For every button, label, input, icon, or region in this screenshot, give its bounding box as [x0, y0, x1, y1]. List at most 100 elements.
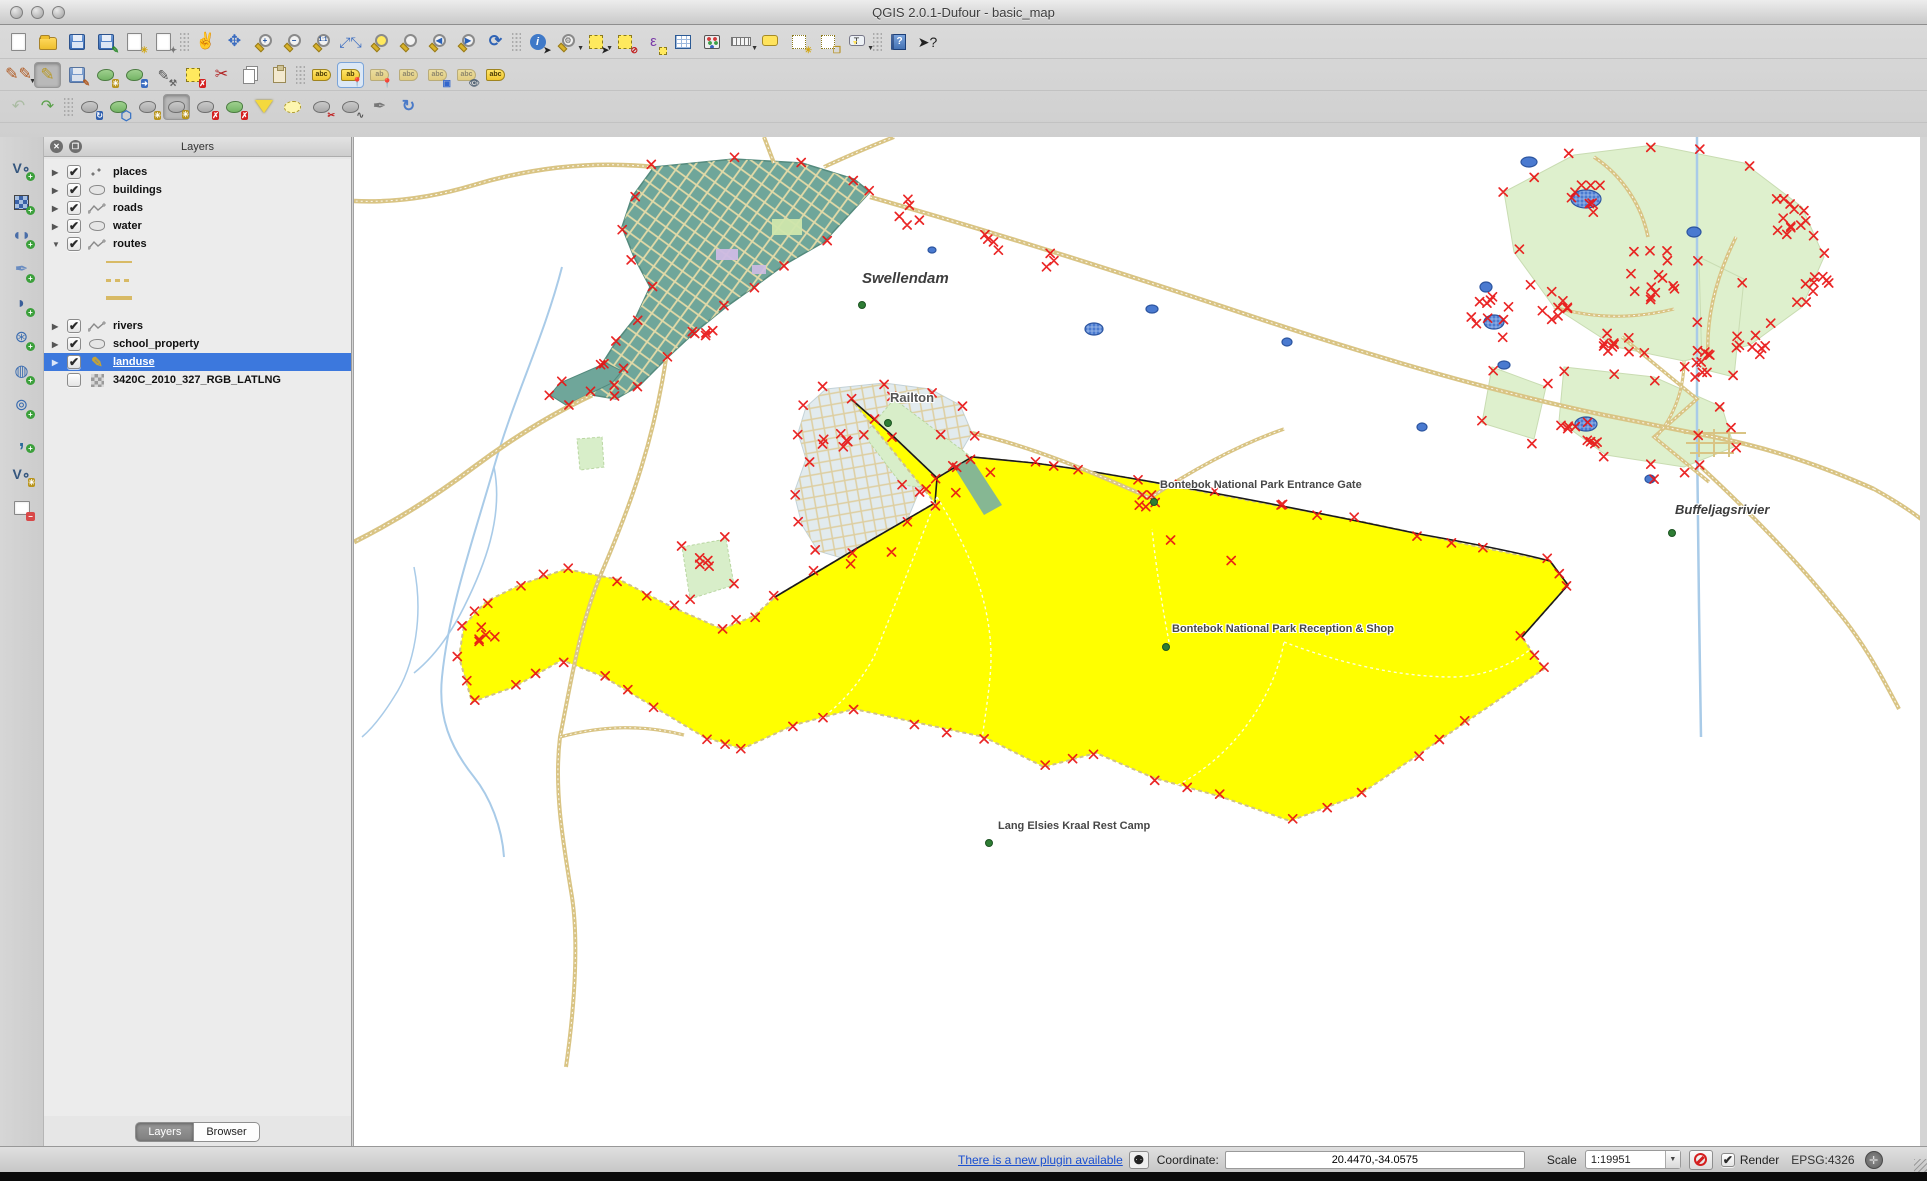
save-project-button[interactable]	[63, 29, 90, 55]
highlight-pinned-labels-button[interactable]: ab📍	[366, 62, 393, 88]
paste-features-button[interactable]	[266, 62, 293, 88]
show-bookmarks-button[interactable]: ❐	[814, 29, 841, 55]
zoom-to-layer-button[interactable]	[395, 29, 422, 55]
move-label-button[interactable]: abc	[395, 62, 422, 88]
zoom-to-selection-button[interactable]	[366, 29, 393, 55]
save-project-as-button[interactable]: ✎	[92, 29, 119, 55]
layer-visibility-checkbox[interactable]: ✔	[67, 337, 81, 351]
zoom-last-button[interactable]: ◀	[424, 29, 451, 55]
rotate-label-button[interactable]: abc▣	[424, 62, 451, 88]
zoom-window-button[interactable]	[52, 6, 65, 19]
crs-status-icon[interactable]	[1865, 1151, 1883, 1169]
add-part-button[interactable]: ✳	[163, 94, 190, 120]
show-hide-labels-button[interactable]: abc👁	[453, 62, 480, 88]
cut-features-button[interactable]: ✂	[208, 62, 235, 88]
field-calculator-button[interactable]	[698, 29, 725, 55]
save-edits-button[interactable]: ✎	[63, 62, 90, 88]
expand-arrow-icon[interactable]: ▼	[52, 240, 62, 249]
render-checkbox[interactable]: ✔	[1721, 1153, 1735, 1167]
text-annotation-button[interactable]: T▼	[843, 29, 870, 55]
map-tips-button[interactable]	[756, 29, 783, 55]
panel-close-icon[interactable]: ✕	[50, 140, 63, 153]
expand-arrow-icon[interactable]: ▶	[52, 358, 62, 367]
layer-visibility-checkbox[interactable]: ✔	[67, 201, 81, 215]
labeling-options-button[interactable]: abc	[308, 62, 335, 88]
deselect-all-button[interactable]: ⊘	[611, 29, 638, 55]
zoom-next-button[interactable]: ▶	[453, 29, 480, 55]
select-expression-button[interactable]: ε	[640, 29, 667, 55]
offset-curve-button[interactable]	[279, 94, 306, 120]
new-print-composer-button[interactable]: ✳	[121, 29, 148, 55]
tab-browser[interactable]: Browser	[194, 1122, 259, 1142]
add-mssql-layer-button[interactable]: ◗+	[8, 291, 35, 317]
plugin-icon[interactable]: ⚉	[1129, 1151, 1149, 1169]
identify-features-button[interactable]: i➤	[524, 29, 551, 55]
close-window-button[interactable]	[10, 6, 23, 19]
delete-part-button[interactable]: ✗	[221, 94, 248, 120]
layer-item-roads[interactable]: ▶✔roads	[44, 199, 351, 217]
help-button[interactable]: ?	[885, 29, 912, 55]
layer-visibility-checkbox[interactable]: ✔	[67, 183, 81, 197]
expand-arrow-icon[interactable]: ▶	[52, 322, 62, 331]
measure-button[interactable]: ▼	[727, 29, 754, 55]
layer-item-landuse[interactable]: ▶✔✎landuse	[44, 353, 351, 371]
tab-layers[interactable]: Layers	[135, 1122, 194, 1142]
zoom-in-button[interactable]: +	[250, 29, 277, 55]
whats-this-button[interactable]: ➤?	[914, 29, 941, 55]
delete-ring-button[interactable]: ✗	[192, 94, 219, 120]
zoom-out-button[interactable]: −	[279, 29, 306, 55]
layer-item-buildings[interactable]: ▶✔buildings	[44, 181, 351, 199]
render-toggle[interactable]: ✔ Render	[1721, 1153, 1779, 1167]
titlebar[interactable]: QGIS 2.0.1-Dufour - basic_map	[0, 0, 1927, 25]
add-postgis-layer-button[interactable]: ◖◗+	[8, 223, 35, 249]
add-wcs-layer-button[interactable]: ◍+	[8, 359, 35, 385]
rotate-feature-button[interactable]: ↻	[76, 94, 103, 120]
panel-detach-icon[interactable]: ❐	[69, 140, 82, 153]
layer-visibility-checkbox[interactable]: ✔	[67, 237, 81, 251]
pin-labels-button[interactable]: ab📍	[337, 62, 364, 88]
add-wms-layer-button[interactable]: ⊛+	[8, 325, 35, 351]
add-spatialite-layer-button[interactable]: ✒+	[8, 257, 35, 283]
new-bookmark-button[interactable]: ✳	[785, 29, 812, 55]
scale-dropdown-icon[interactable]: ▼	[1665, 1151, 1680, 1168]
change-label-properties-button[interactable]: abc	[482, 62, 509, 88]
pan-to-selection-button[interactable]: ✥	[221, 29, 248, 55]
current-edits-button[interactable]: ✎✎▼	[5, 62, 32, 88]
layer-item-rivers[interactable]: ▶✔rivers	[44, 317, 351, 335]
add-feature-button[interactable]: ✳	[92, 62, 119, 88]
reshape-features-button[interactable]	[250, 94, 277, 120]
add-raster-layer-button[interactable]: +	[8, 189, 35, 215]
open-project-button[interactable]	[34, 29, 61, 55]
expand-arrow-icon[interactable]: ▶	[52, 222, 62, 231]
select-menu-button[interactable]: ⚙▼	[553, 29, 580, 55]
expand-arrow-icon[interactable]: ▶	[52, 168, 62, 177]
coordinate-input[interactable]	[1225, 1151, 1525, 1169]
refresh-button[interactable]: ⟳	[482, 29, 509, 55]
zoom-full-button[interactable]: ⤢⤡	[337, 29, 364, 55]
move-feature-button[interactable]: ➜	[121, 62, 148, 88]
simplify-feature-button[interactable]: ⬡	[105, 94, 132, 120]
toggle-editing-button[interactable]: ✎	[34, 62, 61, 88]
composer-manager-button[interactable]: ✦	[150, 29, 177, 55]
layer-item-water[interactable]: ▶✔water	[44, 217, 351, 235]
map-canvas[interactable]: SwellendamRailtonBontebok National Park …	[353, 137, 1920, 1146]
add-wfs-layer-button[interactable]: ⊚+	[8, 393, 35, 419]
layer-item-routes[interactable]: ▼✔routes	[44, 235, 351, 253]
layer-visibility-checkbox[interactable]	[67, 373, 81, 387]
undo-button[interactable]: ↶	[5, 94, 32, 120]
layer-item-3420C_2010_327_RGB_LATLNG[interactable]: 3420C_2010_327_RGB_LATLNG	[44, 371, 351, 389]
resize-grip[interactable]	[1914, 1159, 1927, 1172]
remove-layer-button[interactable]: −	[8, 495, 35, 521]
pan-map-button[interactable]: ✌	[192, 29, 219, 55]
add-vector-layer-button[interactable]: V∘+	[8, 155, 35, 181]
new-plugin-link[interactable]: There is a new plugin available	[958, 1153, 1123, 1167]
zoom-native-button[interactable]: 1:1	[308, 29, 335, 55]
layer-item-school_property[interactable]: ▶✔school_property	[44, 335, 351, 353]
attribute-table-button[interactable]	[669, 29, 696, 55]
layer-visibility-checkbox[interactable]: ✔	[67, 319, 81, 333]
minimize-window-button[interactable]	[31, 6, 44, 19]
add-ring-button[interactable]: ✳	[134, 94, 161, 120]
split-parts-button[interactable]: ∿	[337, 94, 364, 120]
layer-visibility-checkbox[interactable]: ✔	[67, 355, 81, 369]
split-features-button[interactable]: ✂	[308, 94, 335, 120]
